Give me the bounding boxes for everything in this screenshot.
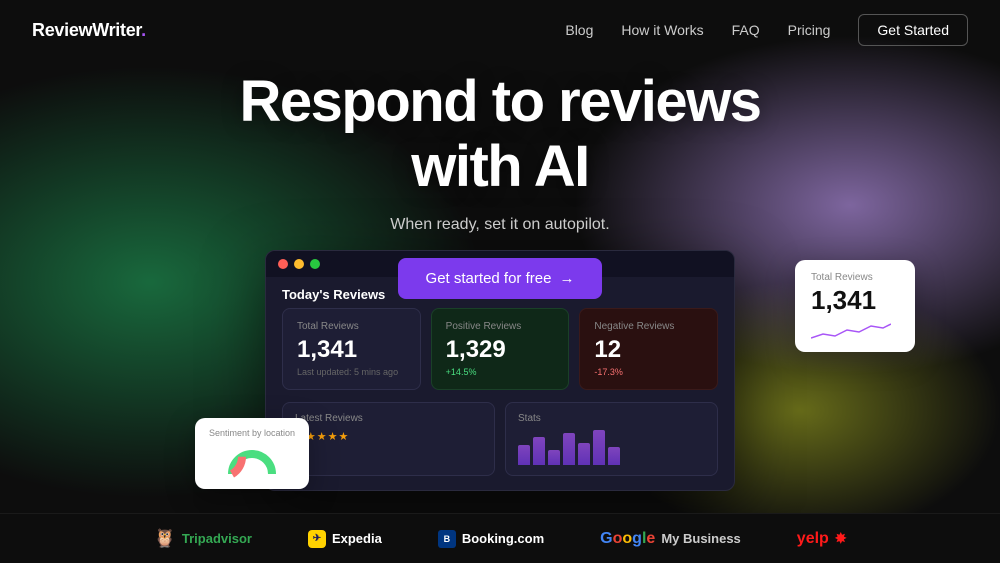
- partner-expedia: ✈ Expedia: [308, 530, 382, 548]
- nav-pricing[interactable]: Pricing: [788, 22, 831, 38]
- bar-5: [578, 443, 590, 465]
- google-icon: Google: [600, 530, 655, 548]
- bar-7: [608, 447, 620, 465]
- stats-section: Stats: [505, 402, 718, 476]
- partner-tripadvisor: 🦉 Tripadvisor: [153, 528, 252, 549]
- hero-title-line1: Respond to reviews: [240, 69, 761, 134]
- nav-get-started-button[interactable]: Get Started: [858, 14, 968, 46]
- hero-cta-label: Get started for free: [426, 270, 552, 287]
- latest-reviews-section: Latest Reviews ★★★★★: [282, 402, 495, 476]
- float-sentiment-label: Sentiment by location: [209, 428, 295, 438]
- hero-arrow-icon: →: [559, 270, 574, 287]
- hero-cta-button[interactable]: Get started for free →: [398, 258, 603, 299]
- dashboard-bottom: Latest Reviews ★★★★★ Stats: [266, 402, 734, 490]
- float-total-label: Total Reviews: [811, 272, 899, 283]
- stat-positive-label: Positive Reviews: [446, 321, 555, 332]
- stat-negative-label: Negative Reviews: [594, 321, 703, 332]
- hero-title: Respond to reviews with AI: [240, 70, 761, 200]
- tripadvisor-label: Tripadvisor: [182, 531, 252, 546]
- expedia-icon: ✈: [308, 530, 326, 548]
- float-total-card: Total Reviews 1,341: [795, 260, 915, 352]
- stat-total-label: Total Reviews: [297, 321, 406, 332]
- float-sentiment-card: Sentiment by location: [195, 418, 309, 489]
- stat-total: Total Reviews 1,341 Last updated: 5 mins…: [282, 308, 421, 390]
- float-total-value: 1,341: [811, 285, 899, 316]
- yelp-icon: yelp: [797, 530, 829, 548]
- partner-yelp: yelp ✸: [797, 530, 847, 548]
- yelp-burst-icon: ✸: [835, 530, 847, 547]
- stat-negative-change: -17.3%: [594, 367, 703, 377]
- stats-label: Stats: [518, 413, 705, 424]
- bar-chart: [518, 430, 705, 465]
- latest-reviews-label: Latest Reviews: [295, 413, 482, 424]
- stat-positive: Positive Reviews 1,329 +14.5%: [431, 308, 570, 390]
- tripadvisor-icon: 🦉: [153, 528, 175, 549]
- bar-6: [593, 430, 605, 465]
- stat-negative-value: 12: [594, 336, 703, 364]
- logo-dot: .: [141, 20, 146, 40]
- stat-positive-value: 1,329: [446, 336, 555, 364]
- partner-google: Google My Business: [600, 530, 741, 548]
- donut-chart: [209, 444, 295, 479]
- hero-subtitle: When ready, set it on autopilot.: [390, 216, 609, 234]
- nav-links: Blog How it Works FAQ Pricing Get Starte…: [565, 14, 968, 46]
- google-my-business-label: My Business: [661, 531, 740, 546]
- partner-booking: B Booking.com: [438, 530, 544, 548]
- stat-total-sub: Last updated: 5 mins ago: [297, 367, 406, 377]
- stats-row: Total Reviews 1,341 Last updated: 5 mins…: [266, 308, 734, 402]
- star-rating: ★★★★★: [295, 430, 482, 443]
- bar-4: [563, 433, 575, 465]
- mini-sparkline: [811, 320, 899, 340]
- hero-title-line2: with AI: [411, 134, 588, 199]
- nav-blog[interactable]: Blog: [565, 22, 593, 38]
- logo-name: ReviewWriter: [32, 20, 141, 40]
- stat-total-value: 1,341: [297, 336, 406, 364]
- bar-3: [548, 450, 560, 465]
- bar-2: [533, 437, 545, 465]
- nav-faq[interactable]: FAQ: [732, 22, 760, 38]
- booking-icon: B: [438, 530, 456, 548]
- expedia-label: Expedia: [332, 531, 382, 546]
- nav-how-it-works[interactable]: How it Works: [621, 22, 703, 38]
- partner-bar: 🦉 Tripadvisor ✈ Expedia B Booking.com Go…: [0, 513, 1000, 563]
- logo[interactable]: ReviewWriter.: [32, 20, 146, 41]
- booking-label: Booking.com: [462, 531, 544, 546]
- logo-text: ReviewWriter.: [32, 20, 146, 41]
- navigation: ReviewWriter. Blog How it Works FAQ Pric…: [0, 0, 1000, 60]
- stat-positive-change: +14.5%: [446, 367, 555, 377]
- stat-negative: Negative Reviews 12 -17.3%: [579, 308, 718, 390]
- bar-1: [518, 445, 530, 465]
